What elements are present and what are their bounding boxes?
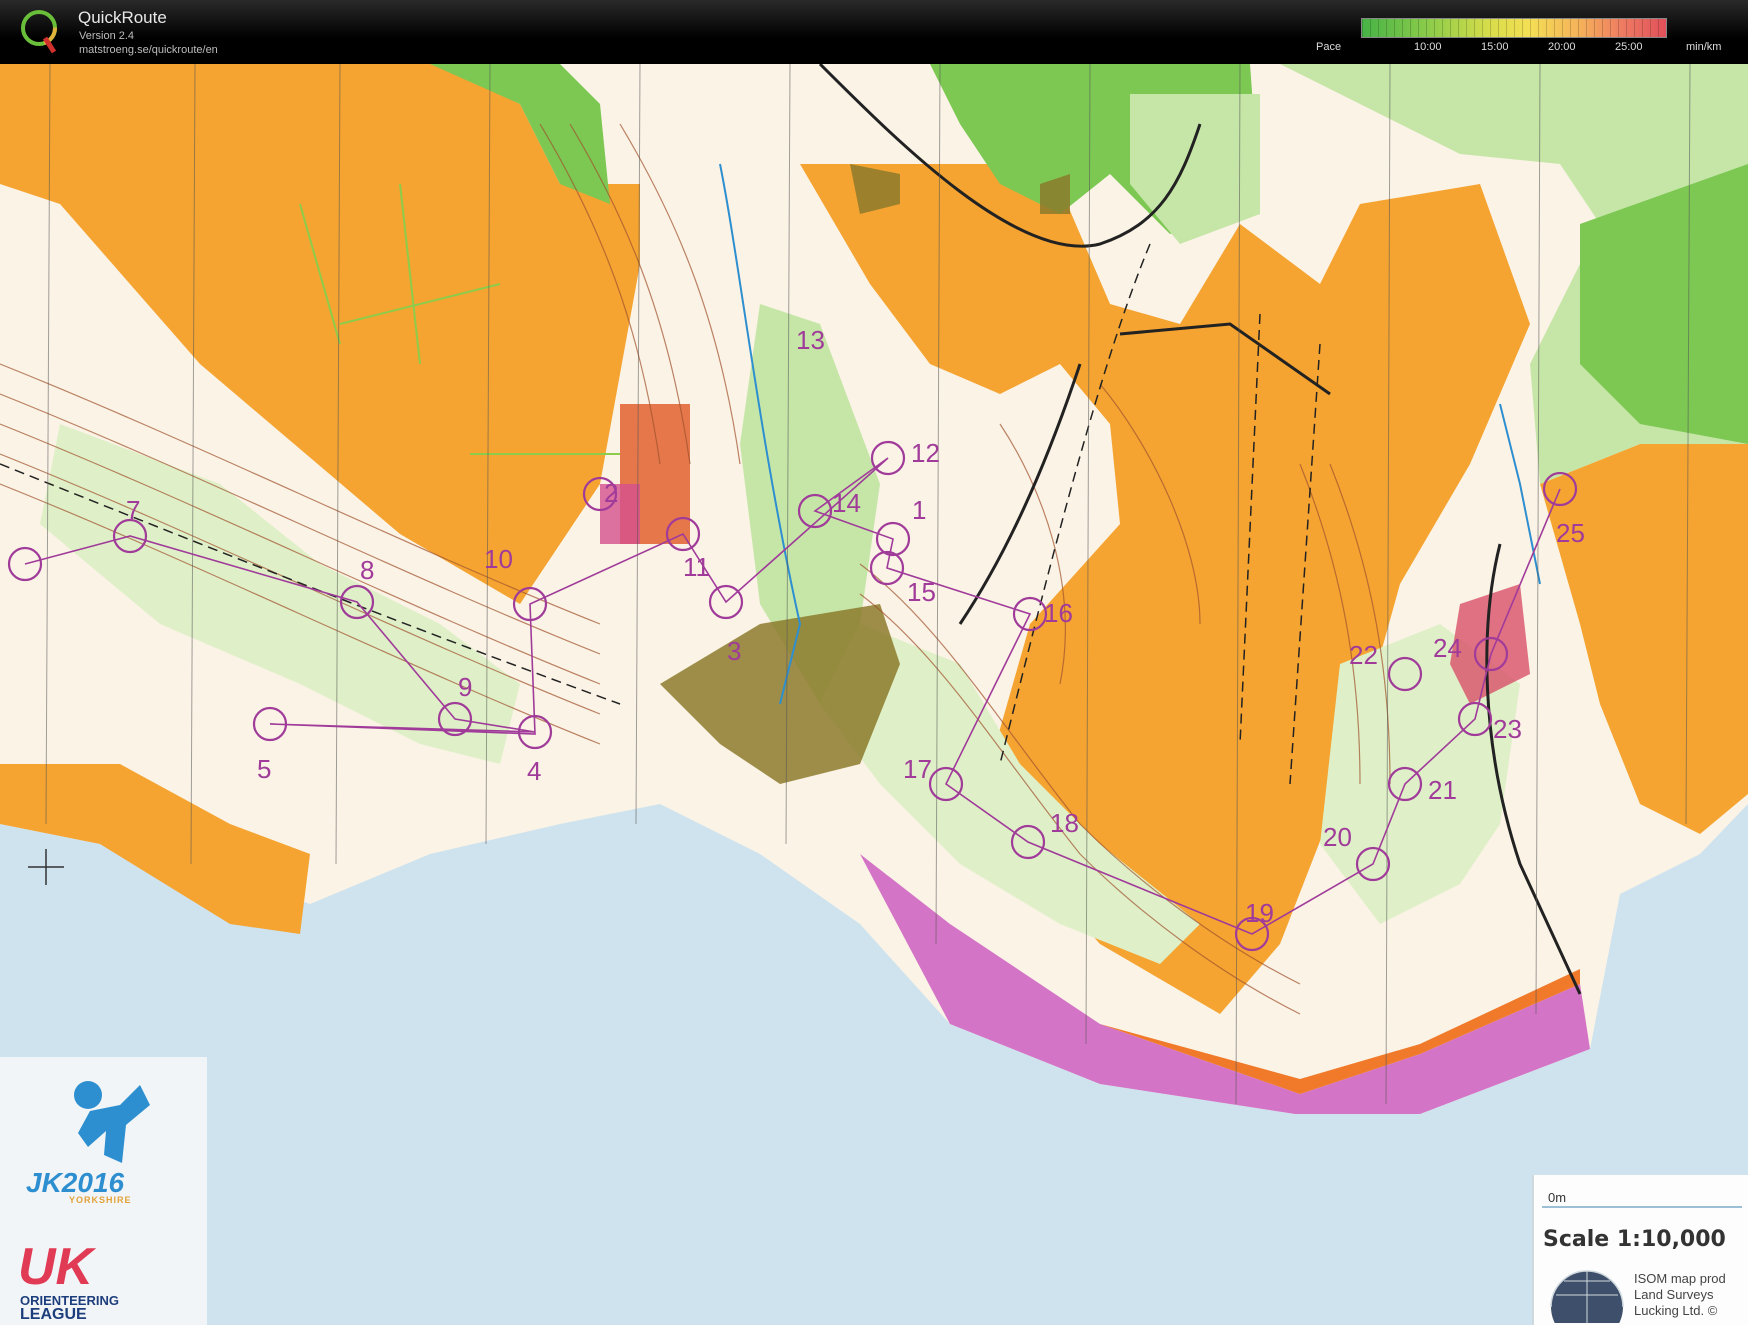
map-legend-panel: 0m Scale 1:10,000 ISOM map prod Land Sur… [1532, 1175, 1748, 1325]
app-header: QuickRoute Version 2.4 matstroeng.se/qui… [0, 0, 1748, 64]
control-label-18: 18 [1050, 808, 1079, 838]
control-label-2: 2 [604, 478, 618, 508]
uk-league-logo-text: UK [18, 1238, 94, 1296]
control-label-3: 3 [727, 636, 741, 666]
uk-league-sub: ORIENTEERING LEAGUE [20, 1294, 119, 1323]
isom-note: ISOM map prod Land Surveys Lucking Ltd. … [1634, 1271, 1726, 1318]
control-label-23: 23 [1493, 714, 1522, 744]
control-label-1: 1 [912, 495, 926, 525]
event-logo-panel: JK2016 YORKSHIRE UK ORIENTEERING LEAGUE [0, 1057, 207, 1325]
control-label-20: 20 [1323, 822, 1352, 852]
scale-zero-label: 0m [1548, 1190, 1567, 1205]
control-label-16: 16 [1044, 598, 1073, 628]
jk-logo-sub: YORKSHIRE [69, 1195, 132, 1205]
map-canvas: 1 2 3 4 5 7 8 9 10 11 12 13 14 15 16 17 … [0, 64, 1748, 1114]
control-label-9: 9 [458, 672, 472, 702]
app-version: Version 2.4 [79, 30, 135, 42]
scale-text: Scale 1:10,000 [1543, 1227, 1726, 1252]
league-sub2: LEAGUE [20, 1306, 87, 1323]
pace-label: Pace [1316, 41, 1342, 53]
pace-tick-2: 15:00 [1481, 41, 1509, 53]
control-label-7: 7 [126, 495, 140, 525]
control-label-24: 24 [1433, 633, 1462, 663]
jk-figure-icon [74, 1081, 150, 1163]
app-url: matstroeng.se/quickroute/en [79, 44, 218, 56]
scale-bar [1542, 1206, 1742, 1208]
control-label-4: 4 [527, 756, 541, 786]
control-label-22: 22 [1349, 640, 1378, 670]
app-title: QuickRoute [78, 8, 167, 27]
control-label-21: 21 [1428, 775, 1457, 805]
pace-tick-4: 25:00 [1615, 41, 1643, 53]
orienteering-map[interactable]: 1 2 3 4 5 7 8 9 10 11 12 13 14 15 16 17 … [0, 64, 1748, 1325]
control-label-10: 10 [484, 544, 513, 574]
control-label-12: 12 [911, 438, 940, 468]
pace-unit: min/km [1686, 41, 1722, 53]
pace-color-scale [1361, 18, 1667, 38]
globe-logo-icon [1550, 1270, 1624, 1323]
pace-tick-3: 20:00 [1548, 41, 1576, 53]
control-label-14: 14 [832, 488, 861, 518]
control-label-19: 19 [1245, 898, 1274, 928]
control-label-25: 25 [1556, 518, 1585, 548]
control-label-13: 13 [796, 325, 825, 355]
control-label-17: 17 [903, 754, 932, 784]
pace-tick-1: 10:00 [1414, 41, 1442, 53]
control-label-5: 5 [257, 754, 271, 784]
quickroute-logo-icon [21, 10, 57, 54]
control-label-11: 11 [683, 552, 710, 582]
control-label-8: 8 [360, 555, 374, 585]
control-label-15: 15 [907, 577, 936, 607]
registration-cross-icon [28, 849, 64, 885]
